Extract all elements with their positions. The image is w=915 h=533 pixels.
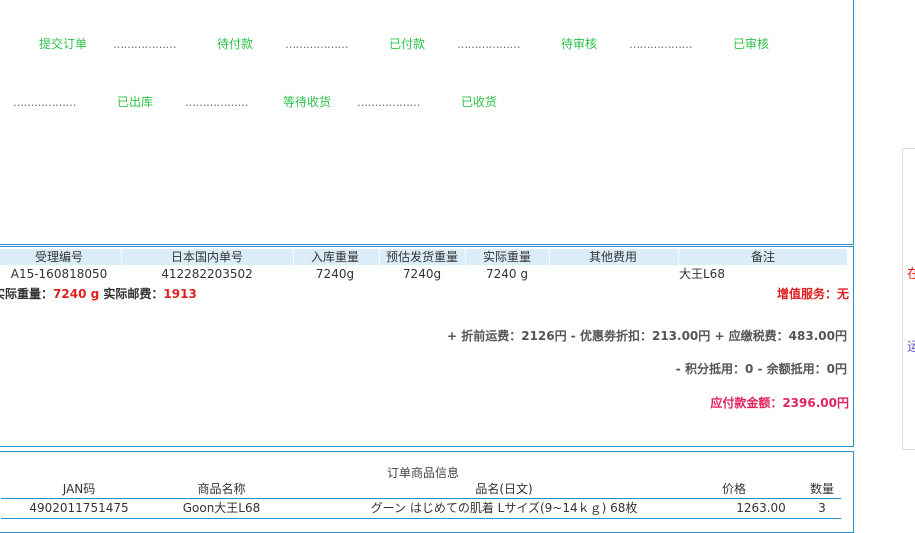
status-connector: ………………	[629, 38, 693, 51]
actual-weight-postage-line: 实际重量：7240 g 实际邮费：1913	[0, 287, 197, 301]
status-connector: ………………	[13, 96, 77, 109]
status-connector: ………………	[357, 96, 421, 109]
value-added-label: 增值服务：	[776, 287, 837, 301]
actual-weight-label: 实际重量：	[0, 287, 54, 301]
goods-row-divider	[1, 518, 841, 519]
side-label-in: 在	[907, 267, 915, 282]
side-label-transit: 运	[907, 340, 915, 355]
status-connector: ………………	[185, 96, 249, 109]
actual-postage-label: 实际邮费：	[103, 287, 164, 301]
cell-domestic-tracking-no: 412282203502	[161, 267, 253, 281]
side-floating-card: 在 运	[902, 148, 915, 450]
status-step-shipped-out: 已出库	[117, 95, 154, 109]
order-status-panel: 提交订单 ……………… 待付款 ……………… 已付款 ……………… 待审核 ………	[0, 0, 854, 245]
status-step-awaiting-receipt: 等待收货	[283, 95, 332, 109]
cell-actual-weight: 7240 g	[486, 267, 528, 281]
goods-section-title: 订单商品信息	[387, 466, 460, 480]
status-step-pending-review: 待审核	[561, 37, 598, 51]
col-header-acceptance-no: 受理编号	[34, 250, 83, 264]
col-header-other-fees: 其他费用	[588, 250, 637, 264]
col-header-inbound-weight: 入库重量	[310, 250, 359, 264]
fee-breakdown-line: + 折前运费：2126円 - 优惠劵折扣：213.00円 + 应缴税费：483.…	[447, 329, 847, 343]
col-header-remarks: 备注	[750, 250, 775, 264]
col-header-estimated-weight: 预估发货重量	[385, 250, 458, 264]
status-connector: ………………	[285, 38, 349, 51]
cell-other-fees	[550, 266, 676, 282]
status-connector: ………………	[113, 38, 177, 51]
actual-postage-value: 1913	[163, 287, 197, 301]
goods-cell-name: Goon大王L68	[182, 501, 261, 515]
goods-col-header-price: 价格	[721, 482, 746, 496]
value-added-service-line: 增值服务：无	[777, 287, 849, 301]
goods-col-header-qty: 数量	[809, 482, 834, 496]
goods-col-header-jan: JAN码	[62, 482, 96, 496]
actual-weight-value: 7240 g	[53, 287, 100, 301]
status-step-pending-payment: 待付款	[217, 37, 254, 51]
order-goods-panel: 订单商品信息 JAN码 商品名称 品名(日文) 价格 数量 4902011751…	[0, 451, 854, 533]
goods-col-header-jp-name: 品名(日文)	[475, 482, 533, 496]
cell-acceptance-no: A15-160818050	[10, 267, 108, 281]
status-step-submitted: 提交订单	[39, 37, 88, 51]
value-added-value: 无	[836, 287, 849, 301]
goods-cell-jan: 4902011751475	[29, 501, 129, 515]
goods-header-divider	[1, 498, 841, 499]
shipment-table-header: 受理编号 日本国内单号 入库重量 预估发货重量 实际重量 其他费用 备注	[0, 249, 847, 265]
cell-estimated-weight: 7240g	[402, 267, 442, 281]
shipment-table-row: A15-160818050 412282203502 7240g 7240g 7…	[0, 266, 847, 282]
goods-col-header-name: 商品名称	[197, 482, 246, 496]
col-header-domestic-tracking-no: 日本国内单号	[170, 250, 243, 264]
amount-payable-line: 应付款金额：2396.00円	[710, 396, 849, 410]
status-connector: ………………	[457, 38, 521, 51]
status-step-received: 已收货	[461, 95, 498, 109]
col-header-actual-weight: 实际重量	[482, 250, 531, 264]
status-step-paid: 已付款	[389, 37, 426, 51]
goods-cell-qty: 3	[818, 501, 826, 515]
cell-inbound-weight: 7240g	[315, 267, 355, 281]
shipment-details-panel: 受理编号 日本国内单号 入库重量 预估发货重量 实际重量 其他费用 备注 A15…	[0, 246, 854, 447]
deduction-line: - 积分抵用：0 - 余额抵用：0円	[675, 362, 847, 376]
status-step-reviewed: 已审核	[733, 37, 770, 51]
goods-cell-jp-name: グーン はじめての肌着 Lサイズ(9~14ｋｇ) 68枚	[370, 501, 638, 515]
cell-remarks: 大王L68	[679, 267, 725, 281]
goods-cell-price: 1263.00	[736, 501, 786, 515]
